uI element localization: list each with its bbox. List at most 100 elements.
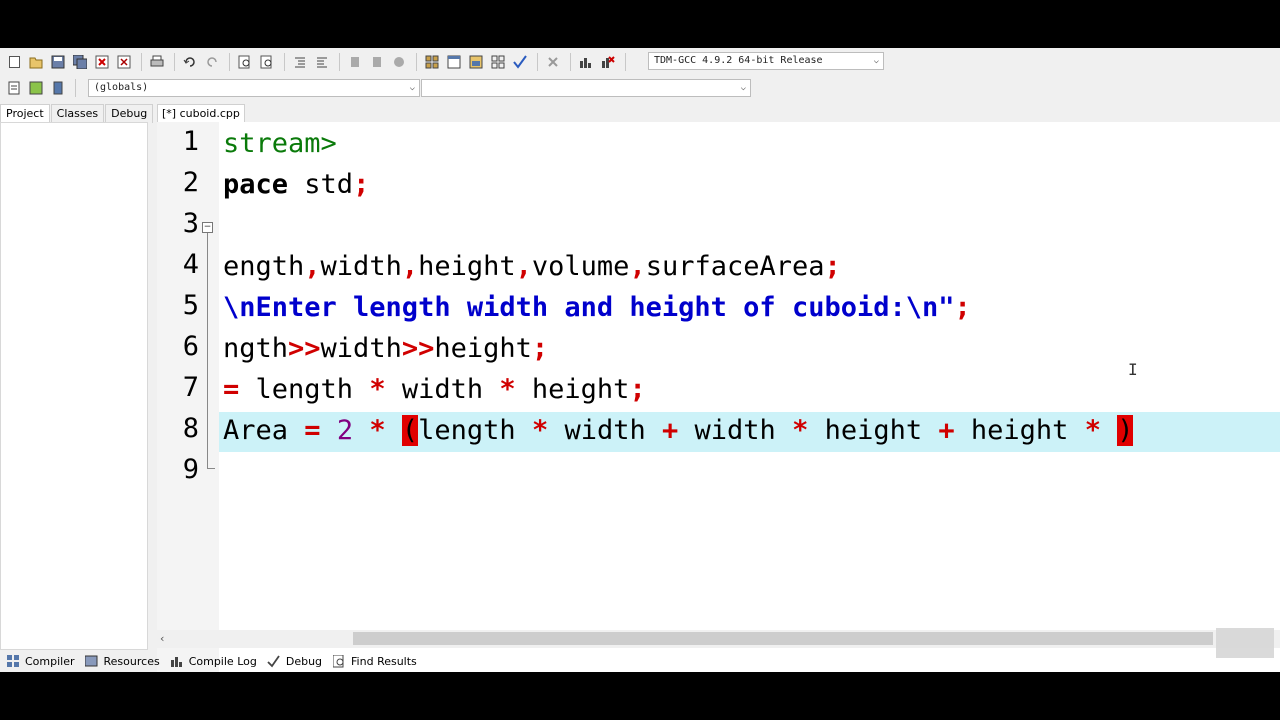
close-all-icon[interactable] [114, 52, 134, 72]
stop-execution-icon[interactable] [543, 52, 563, 72]
code-token: length [418, 415, 532, 446]
find-results-icon [332, 654, 346, 668]
code-token: ; [629, 374, 646, 405]
goto-bookmark-icon[interactable] [367, 52, 387, 72]
code-token: height [808, 415, 939, 446]
close-file-icon[interactable] [92, 52, 112, 72]
line-number: 6 [182, 331, 199, 362]
class-toolbar [4, 76, 81, 100]
code-token: + [662, 415, 679, 446]
undo-icon[interactable] [180, 52, 200, 72]
tab-debug-output[interactable]: Debug [267, 654, 322, 668]
code-token: ength [223, 251, 305, 282]
code-token: * [792, 415, 809, 446]
find-icon[interactable] [235, 52, 255, 72]
editor-tab-cuboid[interactable]: [*] cuboid.cpp [157, 104, 245, 123]
code-token: 2 [336, 415, 354, 446]
profile-icon[interactable] [576, 52, 596, 72]
unindent-icon[interactable] [312, 52, 332, 72]
rebuild-all-icon[interactable] [488, 52, 508, 72]
code-editor[interactable]: 1 2 3 4 5 6 7 8 9 − stream> pace std; en… [157, 122, 1280, 672]
indent-icon[interactable] [290, 52, 310, 72]
delete-profile-icon[interactable] [598, 52, 618, 72]
code-line-7: = length * width * height; [223, 370, 646, 410]
left-panel-tabs: Project Classes Debug [0, 104, 154, 123]
new-file-icon[interactable] [4, 52, 24, 72]
line-number: 2 [182, 167, 199, 198]
code-token: = [223, 374, 240, 405]
code-line-5: \nEnter length width and height of cuboi… [223, 288, 971, 328]
tab-compiler[interactable]: Compiler [6, 654, 75, 668]
tab-label: Compile Log [188, 654, 257, 668]
bracket-match: ( [401, 415, 419, 446]
tab-compile-log[interactable]: Compile Log [170, 654, 257, 668]
tab-find-results[interactable]: Find Results [332, 654, 417, 668]
chevron-down-icon: ⌵ [873, 56, 879, 66]
code-token: , [515, 251, 532, 282]
bookmark-icon[interactable] [389, 52, 409, 72]
fold-collapse-icon[interactable]: − [202, 222, 213, 233]
tab-label: Compiler [25, 654, 75, 668]
open-file-icon[interactable] [26, 52, 46, 72]
code-line-6: ngth>>width>>height; [223, 329, 548, 369]
save-all-icon[interactable] [70, 52, 90, 72]
replace-icon[interactable] [257, 52, 277, 72]
line-number: 4 [182, 249, 199, 280]
code-token: width [678, 415, 793, 446]
toggle-bookmark-icon[interactable] [345, 52, 365, 72]
ide-window: TDM-GCC 4.9.2 64-bit Release ⌵ (globals)… [0, 48, 1280, 672]
code-token: stream> [223, 128, 337, 159]
code-token: , [629, 251, 646, 282]
toolbar-separator [625, 53, 626, 71]
toggle-icon[interactable] [26, 78, 46, 98]
code-token: height [434, 333, 532, 364]
toolbar-separator [174, 53, 175, 71]
tab-debug[interactable]: Debug [105, 104, 154, 123]
print-icon[interactable] [147, 52, 167, 72]
chart-icon [170, 654, 184, 668]
bracket-match: ) [1117, 415, 1134, 446]
code-token: , [401, 251, 419, 282]
tab-project[interactable]: Project [0, 104, 50, 123]
tab-label: Debug [285, 654, 323, 668]
code-token: ngth [223, 333, 289, 364]
compile-icon[interactable] [422, 52, 442, 72]
main-toolbar [4, 50, 631, 74]
toolbar-separator [339, 53, 340, 71]
function-select[interactable]: ⌵ [421, 79, 751, 97]
code-token: * [499, 374, 516, 405]
redo-icon[interactable] [202, 52, 222, 72]
code-token: ; [353, 169, 370, 200]
goto-icon[interactable] [48, 78, 68, 98]
fold-end [207, 468, 215, 469]
code-token: width [548, 415, 662, 446]
tab-classes[interactable]: Classes [50, 104, 105, 123]
scope-select[interactable]: (globals) ⌵ [88, 79, 420, 97]
scroll-left-icon[interactable]: ‹ [160, 632, 164, 645]
syntax-check-icon[interactable] [510, 52, 530, 72]
code-token: pace [223, 169, 289, 200]
code-token: std [288, 169, 354, 200]
save-icon[interactable] [48, 52, 68, 72]
text-cursor-icon: I [1128, 360, 1138, 379]
code-token: height [954, 415, 1085, 446]
horizontal-scrollbar[interactable]: ‹ [157, 630, 1280, 648]
run-icon[interactable] [444, 52, 464, 72]
code-token: volume [531, 251, 630, 282]
insert-icon[interactable] [4, 78, 24, 98]
compiler-select-value: TDM-GCC 4.9.2 64-bit Release [654, 55, 823, 66]
scrollbar-thumb[interactable] [353, 632, 1213, 645]
compiler-select[interactable]: TDM-GCC 4.9.2 64-bit Release ⌵ [648, 52, 884, 70]
bottom-panel-tabs: Compiler Resources Compile Log Debug Fin… [0, 650, 1280, 672]
video-overlay-corner [1216, 628, 1274, 658]
chevron-down-icon: ⌵ [740, 83, 746, 93]
project-browser[interactable] [0, 122, 148, 650]
code-token: >> [288, 333, 321, 364]
tab-resources[interactable]: Resources [85, 654, 160, 668]
code-token: \nEnter length width and height of cuboi… [223, 292, 955, 323]
code-token: Area [223, 415, 305, 446]
code-token: width [320, 333, 402, 364]
toolbar-separator [570, 53, 571, 71]
compile-run-icon[interactable] [466, 52, 486, 72]
